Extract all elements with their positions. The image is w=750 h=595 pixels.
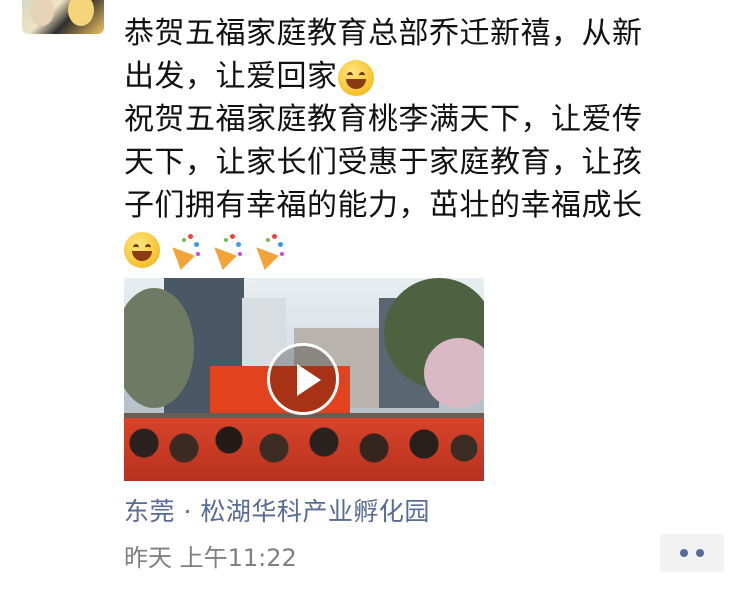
location-link[interactable]: 东莞 · 松湖华科产业孵化园: [124, 492, 430, 528]
grinning-face-icon: [337, 59, 374, 96]
post-text-line: 出发，让爱回家: [124, 59, 338, 94]
party-popper-icon: [165, 232, 202, 270]
post-text-line: 子们拥有幸福的能力，茁壮的幸福成长: [124, 188, 643, 223]
more-dots-icon[interactable]: [660, 534, 724, 572]
video-thumbnail[interactable]: [124, 278, 484, 481]
user-avatar[interactable]: [22, 0, 104, 34]
video-crowd: [124, 418, 484, 481]
avatar-figure-left: [30, 0, 54, 26]
post-text-line: 天下，让家长们受惠于家庭教育，让孩: [124, 145, 643, 180]
party-popper-icon: [249, 232, 286, 270]
emoji-row: [124, 231, 286, 270]
post-text-line: 恭贺五福家庭教育总部乔迁新禧，从新: [124, 16, 643, 51]
grinning-face-icon: [124, 231, 160, 268]
post-text: 恭贺五福家庭教育总部乔迁新禧，从新 出发，让爱回家 祝贺五福家庭教育桃李满天下，…: [124, 12, 724, 270]
post-text-line: 祝贺五福家庭教育桃李满天下，让爱传: [124, 102, 643, 137]
avatar-figure-right: [68, 0, 94, 26]
post-timestamp: 昨天 上午11:22: [124, 544, 297, 572]
party-popper-icon: [207, 232, 244, 270]
play-icon[interactable]: [267, 343, 339, 415]
